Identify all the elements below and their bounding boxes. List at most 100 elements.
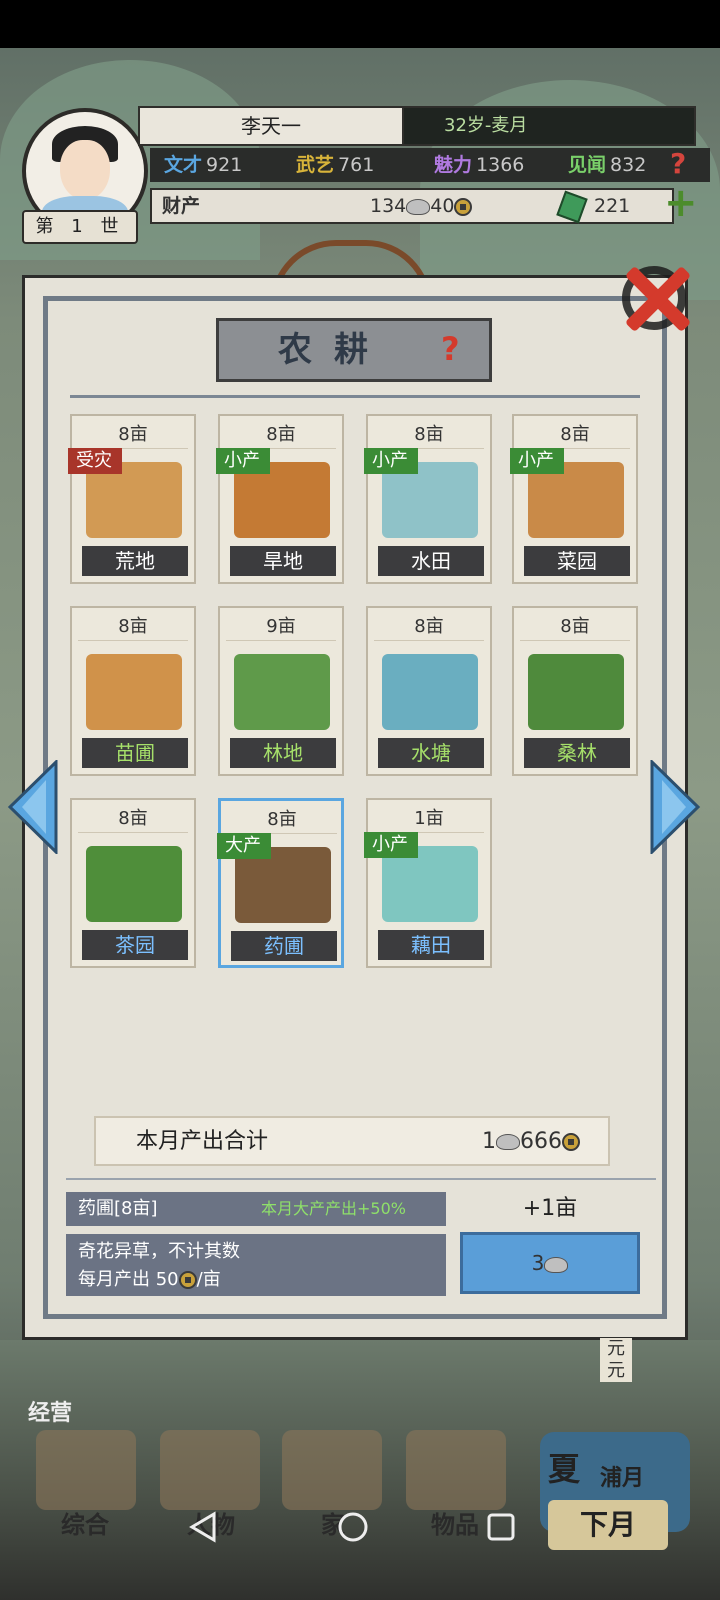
yield-badge: 小产 [510, 448, 564, 474]
plot-acres: 8亩 [520, 614, 630, 641]
plot-acres: 8亩 [520, 422, 630, 449]
menu-overview[interactable]: 综合 [40, 1500, 130, 1550]
monthly-output-summary: 本月产出合计 1 666 [94, 1116, 610, 1166]
summary-silver: 1 [482, 1129, 496, 1154]
stat-label: 见闻 [568, 154, 607, 176]
copper-coin-icon [178, 1271, 197, 1289]
plot-card-woodland[interactable]: 9亩 林地 [218, 606, 344, 776]
plot-name: 水田 [378, 546, 484, 576]
stat-value: 761 [338, 154, 375, 176]
plot-card-mulberry-grove[interactable]: 8亩 桑林 [512, 606, 638, 776]
menu-art [160, 1430, 260, 1510]
stat-label: 魅力 [434, 154, 473, 176]
plot-name: 水塘 [378, 738, 484, 768]
plot-name: 茶园 [82, 930, 188, 960]
selected-plot-description: 奇花异草，不计其数 每月产出 50/亩 [66, 1234, 446, 1296]
jade-amount: 221 [594, 195, 631, 217]
plot-name: 旱地 [230, 546, 336, 576]
jade: 221 [556, 190, 631, 223]
mulberry-grove-icon [528, 654, 624, 730]
selected-plot-name: 药圃[8亩] [78, 1198, 158, 1219]
next-month-button[interactable]: 下月 [548, 1500, 668, 1550]
prev-page-arrow-icon[interactable] [6, 760, 58, 854]
buy-acre-button[interactable]: 3 [460, 1232, 640, 1294]
stats-row: 文才 921 武艺 761 魅力 1366 见闻 832 [150, 148, 710, 182]
menu-art [282, 1430, 382, 1510]
description-line: 奇花异草，不计其数 [78, 1241, 240, 1262]
buy-cost: 3 [531, 1251, 545, 1275]
summary-copper: 666 [520, 1129, 562, 1154]
divider [70, 395, 640, 398]
copper-coin-icon [562, 1133, 580, 1151]
output-prefix: 每月产出 50 [78, 1269, 179, 1290]
plot-card-vegetable-garden[interactable]: 8亩 小产 菜园 [510, 414, 638, 584]
plot-acres: 8亩 [374, 614, 484, 641]
help-icon[interactable]: ? [441, 331, 471, 367]
plot-name: 苗圃 [82, 738, 188, 768]
stat-value: 1366 [476, 154, 525, 176]
selected-plot-header: 药圃[8亩] 本月大产产出+50% [66, 1192, 446, 1226]
add-jade-button[interactable]: + [664, 183, 698, 223]
plot-card-lotus-field[interactable]: 1亩 小产 藕田 [364, 798, 492, 968]
plot-card-barren-land[interactable]: 8亩 受灾 荒地 [68, 414, 196, 584]
nursery-icon [86, 654, 182, 730]
status-bar [0, 0, 720, 48]
plot-acres: 8亩 [226, 422, 336, 449]
next-page-arrow-icon[interactable] [650, 760, 702, 854]
divider [66, 1178, 656, 1180]
plot-name: 荒地 [82, 546, 188, 576]
silver-ingot-icon [406, 198, 431, 215]
back-icon[interactable] [186, 1510, 220, 1544]
jade-icon [556, 190, 588, 223]
plot-acres: 8亩 [78, 614, 188, 641]
stat-label: 文才 [164, 154, 203, 176]
yield-badge: 小产 [364, 832, 418, 858]
plot-card-tea-garden[interactable]: 8亩 茶园 [70, 798, 196, 968]
money: 134 40 [370, 190, 473, 222]
plot-card-paddy-field[interactable]: 8亩 小产 水田 [364, 414, 492, 584]
avatar-face [60, 140, 110, 200]
panel-title-text: 农耕 [278, 330, 390, 370]
stat-value: 832 [610, 154, 647, 176]
plot-name: 药圃 [231, 931, 337, 961]
pond-icon [382, 654, 478, 730]
home-icon[interactable] [336, 1510, 370, 1544]
woodland-icon [234, 654, 330, 730]
stat-meili: 魅力 1366 [434, 148, 524, 182]
output-suffix: /亩 [196, 1269, 221, 1290]
plot-name: 菜园 [524, 546, 630, 576]
plot-card-nursery[interactable]: 8亩 苗圃 [70, 606, 196, 776]
yield-badge: 受灾 [68, 448, 122, 474]
wealth-label: 财产 [162, 195, 201, 217]
plot-name: 林地 [230, 738, 336, 768]
plot-acres: 8亩 [227, 807, 337, 834]
plot-name: 桑林 [524, 738, 630, 768]
plot-acres: 8亩 [78, 422, 188, 449]
selected-plot-bonus: 本月大产产出+50% [261, 1199, 406, 1218]
panel-title: 农耕 ? [216, 318, 492, 382]
summary-value: 1 666 [482, 1118, 580, 1166]
yield-badge: 小产 [364, 448, 418, 474]
tea-garden-icon [86, 846, 182, 922]
plot-card-dry-land[interactable]: 8亩 小产 旱地 [216, 414, 344, 584]
description-line: 每月产出 50/亩 [66, 1266, 446, 1294]
stats-help-icon[interactable]: ? [670, 148, 698, 180]
plot-card-pond[interactable]: 8亩 水塘 [366, 606, 492, 776]
plot-name: 藕田 [378, 930, 484, 960]
season: 夏 [548, 1450, 581, 1488]
side-banner-text: 元元 [600, 1338, 632, 1382]
stat-jianwen: 见闻 832 [568, 148, 646, 182]
yield-badge: 小产 [216, 448, 270, 474]
month: 浦月 [600, 1465, 645, 1491]
manage-label[interactable]: 经营 [28, 1395, 72, 1427]
recents-icon[interactable] [484, 1510, 518, 1544]
plot-acres: 8亩 [78, 806, 188, 833]
summary-label: 本月产出合计 [136, 1129, 269, 1154]
wealth-row: 财产 134 40 221 [150, 188, 674, 224]
plot-card-herb-garden[interactable]: 8亩 大产 药圃 [217, 798, 344, 968]
plot-acres: 8亩 [374, 422, 484, 449]
life-count: 第 1 世 [22, 210, 138, 244]
close-button[interactable] [612, 254, 700, 342]
silver-ingot-icon [496, 1134, 520, 1150]
plot-acres: 1亩 [374, 806, 484, 833]
